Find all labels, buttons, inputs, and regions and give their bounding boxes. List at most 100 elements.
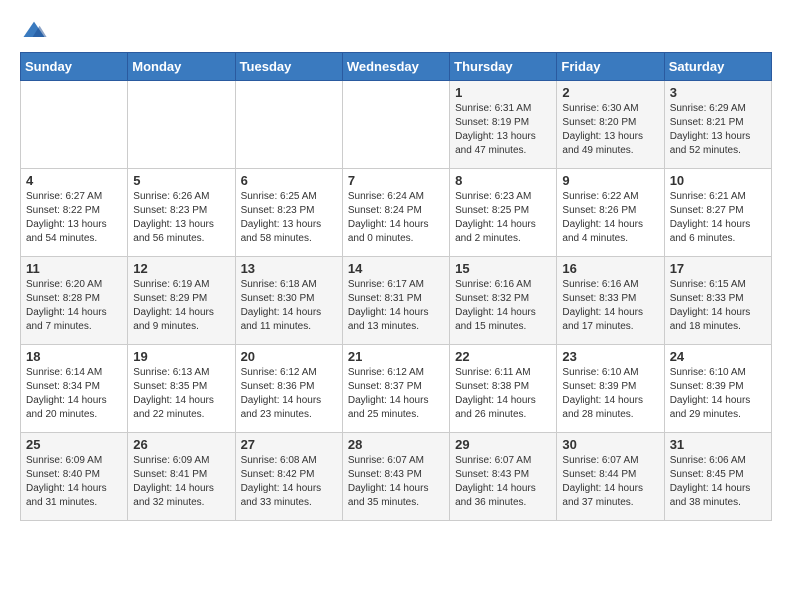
day-info: Sunrise: 6:16 AMSunset: 8:32 PMDaylight:… xyxy=(455,278,551,334)
day-info: Sunrise: 6:31 AMSunset: 8:19 PMDaylight:… xyxy=(455,102,551,158)
calendar-cell: 29 Sunrise: 6:07 AMSunset: 8:43 PMDayligh… xyxy=(450,433,557,521)
day-info: Sunrise: 6:23 AMSunset: 8:25 PMDaylight:… xyxy=(455,190,551,246)
day-info: Sunrise: 6:18 AMSunset: 8:30 PMDaylight:… xyxy=(241,278,337,334)
calendar-cell: 19 Sunrise: 6:13 AMSunset: 8:35 PMDayligh… xyxy=(128,345,235,433)
weekday-header-tuesday: Tuesday xyxy=(235,53,342,81)
calendar-cell: 18Sunrise: 6:14 AMSunset: 8:34 PMDayligh… xyxy=(21,345,128,433)
day-info: Sunrise: 6:19 AMSunset: 8:29 PMDaylight:… xyxy=(133,278,229,334)
day-info: Sunrise: 6:10 AMSunset: 8:39 PMDaylight:… xyxy=(670,366,766,422)
day-info: Sunrise: 6:10 AMSunset: 8:39 PMDaylight:… xyxy=(562,366,658,422)
day-number: 16 xyxy=(562,261,658,276)
calendar-cell: 15Sunrise: 6:16 AMSunset: 8:32 PMDayligh… xyxy=(450,257,557,345)
day-number: 9 xyxy=(562,173,658,188)
calendar-cell: 28 Sunrise: 6:07 AMSunset: 8:43 PMDayligh… xyxy=(342,433,449,521)
calendar-cell: 13 Sunrise: 6:18 AMSunset: 8:30 PMDayligh… xyxy=(235,257,342,345)
page-header xyxy=(20,16,772,44)
day-info: Sunrise: 6:15 AMSunset: 8:33 PMDaylight:… xyxy=(670,278,766,334)
logo xyxy=(20,16,48,44)
calendar-cell: 27 Sunrise: 6:08 AMSunset: 8:42 PMDayligh… xyxy=(235,433,342,521)
weekday-header-friday: Friday xyxy=(557,53,664,81)
calendar-cell: 3 Sunrise: 6:29 AMSunset: 8:21 PMDaylight… xyxy=(664,81,771,169)
day-number: 3 xyxy=(670,85,766,100)
day-number: 13 xyxy=(241,261,337,276)
calendar-week-2: 4 Sunrise: 6:27 AMSunset: 8:22 PMDaylight… xyxy=(21,169,772,257)
day-info: Sunrise: 6:13 AMSunset: 8:35 PMDaylight:… xyxy=(133,366,229,422)
calendar-cell: 6Sunrise: 6:25 AMSunset: 8:23 PMDaylight… xyxy=(235,169,342,257)
logo-icon xyxy=(20,16,48,44)
calendar-cell: 5 Sunrise: 6:26 AMSunset: 8:23 PMDaylight… xyxy=(128,169,235,257)
calendar-cell: 9 Sunrise: 6:22 AMSunset: 8:26 PMDaylight… xyxy=(557,169,664,257)
day-number: 25 xyxy=(26,437,122,452)
day-info: Sunrise: 6:17 AMSunset: 8:31 PMDaylight:… xyxy=(348,278,444,334)
day-info: Sunrise: 6:12 AMSunset: 8:36 PMDaylight:… xyxy=(241,366,337,422)
day-info: Sunrise: 6:29 AMSunset: 8:21 PMDaylight:… xyxy=(670,102,766,158)
calendar-cell: 17 Sunrise: 6:15 AMSunset: 8:33 PMDayligh… xyxy=(664,257,771,345)
calendar-week-3: 11 Sunrise: 6:20 AMSunset: 8:28 PMDayligh… xyxy=(21,257,772,345)
day-info: Sunrise: 6:09 AMSunset: 8:41 PMDaylight:… xyxy=(133,454,229,510)
day-number: 19 xyxy=(133,349,229,364)
day-info: Sunrise: 6:25 AMSunset: 8:23 PMDaylight:… xyxy=(241,190,337,246)
calendar-cell: 1Sunrise: 6:31 AMSunset: 8:19 PMDaylight… xyxy=(450,81,557,169)
calendar-cell: 26Sunrise: 6:09 AMSunset: 8:41 PMDayligh… xyxy=(128,433,235,521)
calendar-cell: 2 Sunrise: 6:30 AMSunset: 8:20 PMDaylight… xyxy=(557,81,664,169)
day-info: Sunrise: 6:07 AMSunset: 8:44 PMDaylight:… xyxy=(562,454,658,510)
day-number: 17 xyxy=(670,261,766,276)
day-number: 30 xyxy=(562,437,658,452)
day-info: Sunrise: 6:16 AMSunset: 8:33 PMDaylight:… xyxy=(562,278,658,334)
calendar-cell: 31 Sunrise: 6:06 AMSunset: 8:45 PMDayligh… xyxy=(664,433,771,521)
day-info: Sunrise: 6:21 AMSunset: 8:27 PMDaylight:… xyxy=(670,190,766,246)
calendar-cell: 8 Sunrise: 6:23 AMSunset: 8:25 PMDaylight… xyxy=(450,169,557,257)
day-info: Sunrise: 6:30 AMSunset: 8:20 PMDaylight:… xyxy=(562,102,658,158)
calendar-week-4: 18Sunrise: 6:14 AMSunset: 8:34 PMDayligh… xyxy=(21,345,772,433)
day-number: 12 xyxy=(133,261,229,276)
calendar-cell: 24 Sunrise: 6:10 AMSunset: 8:39 PMDayligh… xyxy=(664,345,771,433)
calendar-cell: 14 Sunrise: 6:17 AMSunset: 8:31 PMDayligh… xyxy=(342,257,449,345)
calendar-week-1: 1Sunrise: 6:31 AMSunset: 8:19 PMDaylight… xyxy=(21,81,772,169)
day-number: 4 xyxy=(26,173,122,188)
day-number: 22 xyxy=(455,349,551,364)
day-number: 29 xyxy=(455,437,551,452)
day-info: Sunrise: 6:07 AMSunset: 8:43 PMDaylight:… xyxy=(348,454,444,510)
day-number: 27 xyxy=(241,437,337,452)
weekday-header-monday: Monday xyxy=(128,53,235,81)
day-info: Sunrise: 6:09 AMSunset: 8:40 PMDaylight:… xyxy=(26,454,122,510)
weekday-header-sunday: Sunday xyxy=(21,53,128,81)
calendar-cell xyxy=(128,81,235,169)
day-info: Sunrise: 6:22 AMSunset: 8:26 PMDaylight:… xyxy=(562,190,658,246)
day-info: Sunrise: 6:08 AMSunset: 8:42 PMDaylight:… xyxy=(241,454,337,510)
weekday-header-wednesday: Wednesday xyxy=(342,53,449,81)
day-number: 23 xyxy=(562,349,658,364)
calendar-table: SundayMondayTuesdayWednesdayThursdayFrid… xyxy=(20,52,772,521)
calendar-cell: 4 Sunrise: 6:27 AMSunset: 8:22 PMDaylight… xyxy=(21,169,128,257)
day-info: Sunrise: 6:06 AMSunset: 8:45 PMDaylight:… xyxy=(670,454,766,510)
day-number: 28 xyxy=(348,437,444,452)
day-number: 14 xyxy=(348,261,444,276)
calendar-cell: 12 Sunrise: 6:19 AMSunset: 8:29 PMDayligh… xyxy=(128,257,235,345)
day-number: 11 xyxy=(26,261,122,276)
day-number: 21 xyxy=(348,349,444,364)
day-number: 20 xyxy=(241,349,337,364)
calendar-cell xyxy=(235,81,342,169)
day-number: 5 xyxy=(133,173,229,188)
day-info: Sunrise: 6:20 AMSunset: 8:28 PMDaylight:… xyxy=(26,278,122,334)
day-info: Sunrise: 6:24 AMSunset: 8:24 PMDaylight:… xyxy=(348,190,444,246)
calendar-cell xyxy=(21,81,128,169)
calendar-cell: 22Sunrise: 6:11 AMSunset: 8:38 PMDayligh… xyxy=(450,345,557,433)
calendar-cell: 16 Sunrise: 6:16 AMSunset: 8:33 PMDayligh… xyxy=(557,257,664,345)
calendar-cell: 20 Sunrise: 6:12 AMSunset: 8:36 PMDayligh… xyxy=(235,345,342,433)
day-info: Sunrise: 6:14 AMSunset: 8:34 PMDaylight:… xyxy=(26,366,122,422)
calendar-cell: 7 Sunrise: 6:24 AMSunset: 8:24 PMDaylight… xyxy=(342,169,449,257)
day-number: 2 xyxy=(562,85,658,100)
calendar-cell: 21Sunrise: 6:12 AMSunset: 8:37 PMDayligh… xyxy=(342,345,449,433)
day-info: Sunrise: 6:27 AMSunset: 8:22 PMDaylight:… xyxy=(26,190,122,246)
calendar-cell: 25 Sunrise: 6:09 AMSunset: 8:40 PMDayligh… xyxy=(21,433,128,521)
calendar-cell: 11 Sunrise: 6:20 AMSunset: 8:28 PMDayligh… xyxy=(21,257,128,345)
day-info: Sunrise: 6:07 AMSunset: 8:43 PMDaylight:… xyxy=(455,454,551,510)
calendar-cell xyxy=(342,81,449,169)
day-info: Sunrise: 6:26 AMSunset: 8:23 PMDaylight:… xyxy=(133,190,229,246)
day-number: 8 xyxy=(455,173,551,188)
day-number: 7 xyxy=(348,173,444,188)
weekday-header-saturday: Saturday xyxy=(664,53,771,81)
day-number: 31 xyxy=(670,437,766,452)
day-number: 24 xyxy=(670,349,766,364)
